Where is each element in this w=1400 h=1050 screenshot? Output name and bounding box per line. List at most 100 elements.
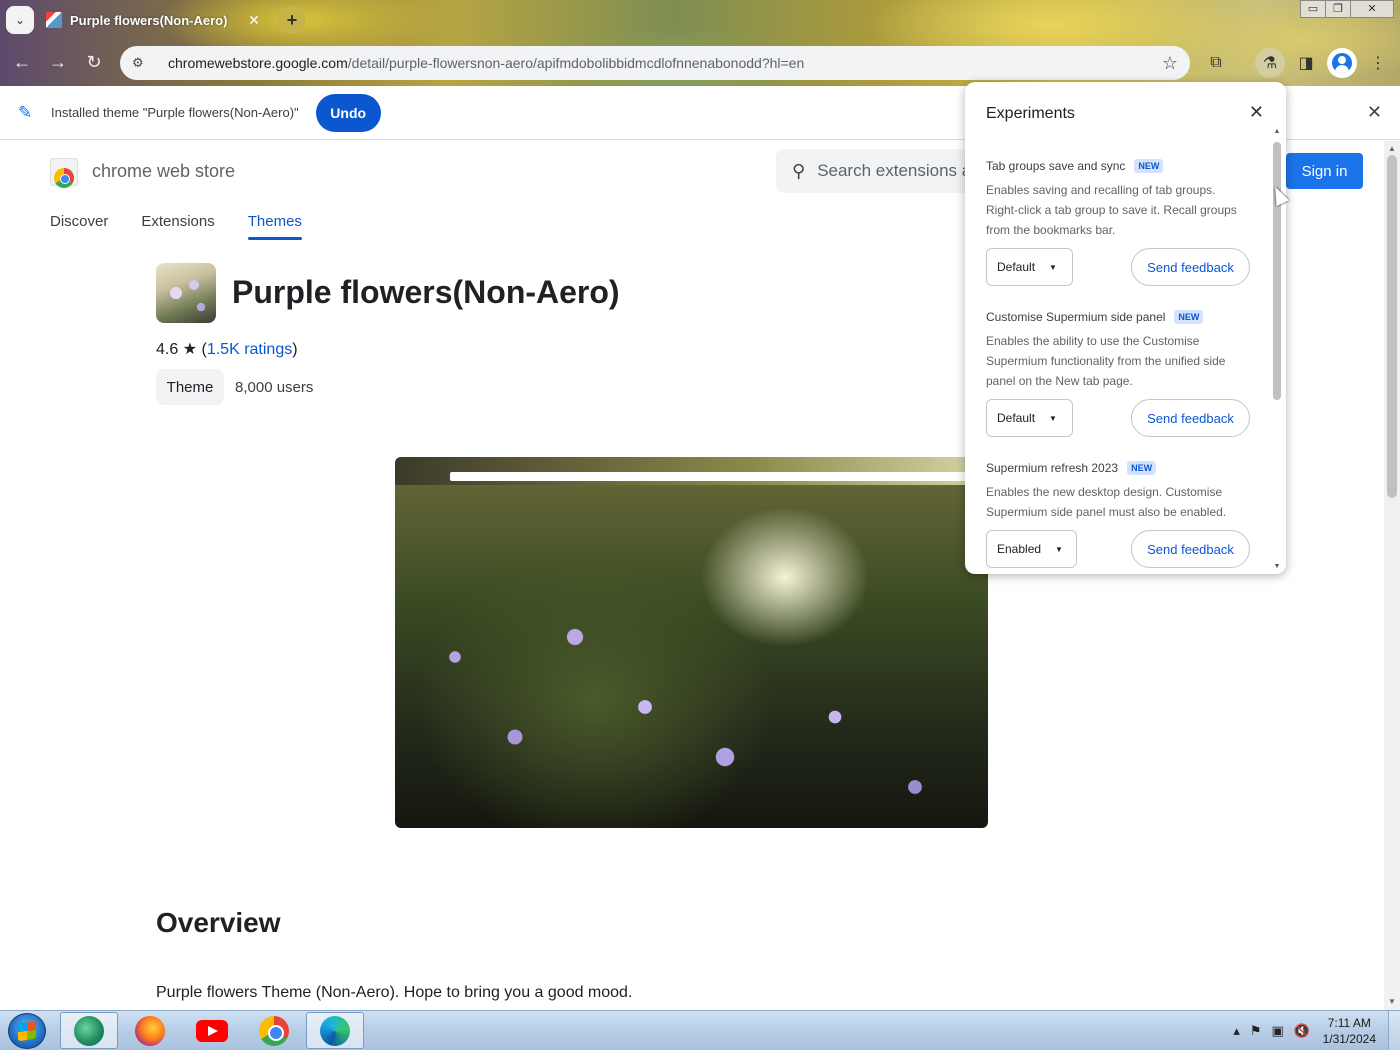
search-field[interactable]: ⚲ Search extensions a (776, 149, 996, 193)
site-info-icon[interactable]: ⚙ (132, 55, 150, 71)
chrome-web-store-logo[interactable] (50, 158, 78, 188)
search-icon: ⚲ (792, 160, 806, 181)
window-close-button[interactable]: ✕ (1350, 0, 1394, 18)
profile-avatar[interactable] (1327, 48, 1357, 78)
menu-kebab-icon[interactable]: ⋮ (1363, 48, 1393, 78)
url-path: /detail/purple-flowersnon-aero/apifmdobo… (347, 55, 805, 71)
experiments-flask-icon[interactable]: ⚗ (1255, 48, 1285, 78)
scrollbar-thumb[interactable] (1273, 142, 1281, 400)
category-chip[interactable]: Theme (156, 369, 224, 405)
edge-legacy-icon (74, 1015, 104, 1046)
back-button[interactable]: ← (10, 50, 34, 74)
tab-search-button[interactable]: ⌄ (6, 6, 34, 34)
action-center-flag-icon[interactable]: ⚑ (1250, 1023, 1262, 1039)
send-feedback-button[interactable]: Send feedback (1131, 248, 1250, 286)
undo-button[interactable]: Undo (315, 93, 381, 132)
dropdown-caret-icon: ▼ (1049, 262, 1057, 272)
extensions-puzzle-icon[interactable]: ⧉ (1201, 48, 1231, 78)
new-badge: NEW (1134, 159, 1164, 173)
side-panel-icon[interactable]: ◨ (1291, 48, 1321, 78)
send-feedback-button[interactable]: Send feedback (1131, 399, 1250, 437)
chrome-logo-icon (54, 168, 74, 188)
url-text[interactable]: chromewebstore.google.com/detail/purple-… (168, 55, 1162, 71)
experiments-title: Experiments (986, 105, 1075, 122)
experiment-description: Enables the new desktop design. Customis… (986, 485, 1227, 519)
tab-extensions[interactable]: Extensions (141, 213, 214, 240)
start-button[interactable] (8, 1013, 46, 1049)
window-controls: ▭ ❐ ✕ (1300, 0, 1394, 18)
new-badge: NEW (1127, 461, 1157, 475)
experiment-state-select[interactable]: Enabled ▼ (986, 530, 1077, 568)
reload-button[interactable]: ↻ (82, 50, 106, 74)
network-icon[interactable]: ▣ (1272, 1023, 1284, 1039)
experiment-description: Enables the ability to use the Customise… (986, 334, 1226, 388)
sign-in-button[interactable]: Sign in (1286, 153, 1363, 189)
system-tray: ▴ ⚑ ▣ 🔇 (1233, 1023, 1310, 1039)
volume-muted-icon[interactable]: 🔇 (1294, 1023, 1310, 1039)
overview-text: Purple flowers Theme (Non-Aero). Hope to… (156, 984, 633, 1001)
experiment-name: Tab groups save and sync (986, 159, 1126, 173)
taskbar-app-edge-legacy[interactable] (60, 1012, 118, 1049)
star-icon: ★ (182, 341, 198, 358)
experiment-name: Supermium refresh 2023 (986, 461, 1119, 475)
tab-title: Purple flowers(Non-Aero) (70, 12, 228, 28)
taskbar-app-edge[interactable] (306, 1012, 364, 1049)
chrome-icon (259, 1015, 289, 1046)
clock[interactable]: 7:11 AM 1/31/2024 (1323, 1015, 1376, 1047)
infobar-close-icon[interactable]: ✕ (1367, 102, 1382, 123)
experiment-item: Supermium refresh 2023 NEW Enables the ne… (986, 461, 1250, 568)
item-title: Purple flowers(Non-Aero) (232, 274, 620, 310)
url-host: chromewebstore.google.com (168, 55, 348, 71)
scrollbar-thumb[interactable] (1387, 155, 1397, 498)
address-bar[interactable]: ⚙ chromewebstore.google.com/detail/purpl… (120, 46, 1190, 80)
rating-value: 4.6 (156, 341, 179, 358)
theme-icon (156, 263, 216, 323)
theme-preview-image[interactable] (395, 457, 988, 828)
tray-overflow-icon[interactable]: ▴ (1233, 1023, 1240, 1039)
firefox-icon (135, 1015, 165, 1046)
store-name[interactable]: chrome web store (92, 161, 235, 182)
experiments-bubble: Experiments ✕ Tab groups save and sync NE… (965, 82, 1286, 574)
youtube-icon (196, 1019, 228, 1042)
browser-tab[interactable]: Purple flowers(Non-Aero) ✕ (36, 4, 272, 36)
chevron-down-icon: ⌄ (14, 13, 26, 27)
experiment-name: Customise Supermium side panel (986, 310, 1166, 324)
taskbar-app-chrome[interactable] (245, 1012, 303, 1049)
experiment-state-select[interactable]: Default ▼ (986, 248, 1073, 286)
show-desktop-button[interactable] (1388, 1011, 1400, 1050)
minimize-button[interactable]: ▭ (1300, 0, 1326, 18)
clock-date: 1/31/2024 (1322, 1032, 1376, 1046)
new-tab-button[interactable]: + (278, 6, 306, 34)
browser-toolbar: ⌄ Purple flowers(Non-Aero) ✕ + ▭ ❐ ✕ ← →… (0, 0, 1400, 86)
tab-close-icon[interactable]: ✕ (246, 12, 262, 29)
clock-time: 7:11 AM (1327, 1016, 1371, 1030)
taskbar-app-firefox[interactable] (121, 1012, 179, 1049)
tab-discover[interactable]: Discover (50, 213, 108, 240)
user-count: 8,000 users (235, 379, 314, 396)
taskbar-app-youtube[interactable] (183, 1012, 241, 1049)
send-feedback-button[interactable]: Send feedback (1131, 530, 1250, 568)
scroll-down-icon[interactable]: ▼ (1270, 563, 1284, 570)
taskbar: ▴ ⚑ ▣ 🔇 7:11 AM 1/31/2024 (0, 1010, 1400, 1050)
person-icon (1332, 53, 1352, 73)
experiment-item: Customise Supermium side panel NEW Enable… (986, 310, 1250, 437)
forward-button[interactable]: → (46, 50, 70, 74)
edge-icon (320, 1015, 350, 1046)
experiment-state-select[interactable]: Default ▼ (986, 399, 1073, 437)
infobar-message: Installed theme "Purple flowers(Non-Aero… (51, 105, 299, 120)
experiments-close-icon[interactable]: ✕ (1249, 102, 1264, 123)
ratings-link[interactable]: 1.5K ratings (207, 341, 292, 358)
tab-favicon-icon (46, 12, 62, 28)
page-scrollbar[interactable]: ▲ ▼ (1384, 141, 1400, 1010)
restore-button[interactable]: ❐ (1325, 0, 1351, 18)
scroll-up-icon[interactable]: ▲ (1270, 128, 1284, 135)
dropdown-caret-icon: ▼ (1055, 544, 1063, 554)
tab-themes[interactable]: Themes (247, 213, 303, 240)
bookmark-star-icon[interactable]: ☆ (1162, 53, 1178, 74)
experiment-description: Enables saving and recalling of tab grou… (986, 183, 1237, 237)
paintbrush-icon: ✎ (18, 102, 33, 122)
dropdown-caret-icon: ▼ (1049, 413, 1057, 423)
store-nav: Discover Extensions Themes (50, 213, 335, 240)
scroll-down-icon[interactable]: ▼ (1384, 994, 1400, 1010)
experiment-item: Tab groups save and sync NEW Enables savi… (986, 159, 1250, 286)
